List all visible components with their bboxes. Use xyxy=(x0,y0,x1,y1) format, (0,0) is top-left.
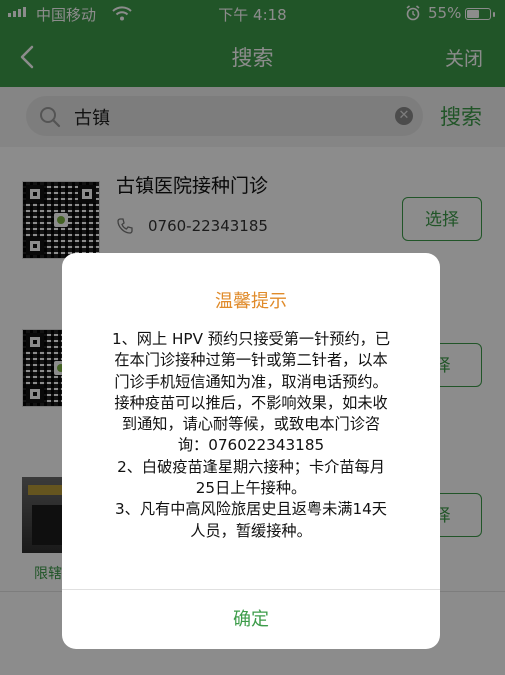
dialog-line: 25日上午接种。 xyxy=(195,479,307,498)
dialog-line: 1、网上 HPV 预约只接受第一针预约，已 xyxy=(111,330,391,348)
notice-dialog: 温馨提示 1、网上 HPV 预约只接受第一针预约，已 在本门诊接种过第一针或第二… xyxy=(62,253,440,649)
dialog-line: 门诊手机短信通知为准，取消电话预约。 xyxy=(114,372,388,391)
dialog-title: 温馨提示 xyxy=(215,291,287,312)
dialog-line: 人员，暂缓接种。 xyxy=(190,521,312,540)
dialog-body: 1、网上 HPV 预约只接受第一针预约，已 在本门诊接种过第一针或第二针者，以本… xyxy=(80,329,422,542)
dialog-line: 询：076022343185 xyxy=(177,436,325,455)
dialog-line: 2、白破疫苗逢星期六接种；卡介苗每月 xyxy=(117,457,385,476)
dialog-line: 到通知，请心耐等候，或致电本门诊咨 xyxy=(121,415,381,434)
dialog-line: 3、凡有中高风险旅居史且返粤未满14天 xyxy=(115,500,387,519)
dialog-line: 在本门诊接种过第一针或第二针者，以本 xyxy=(114,351,388,370)
confirm-button[interactable]: 确定 xyxy=(62,590,440,649)
dialog-line: 接种疫苗可以推后，不影响效果，如未收 xyxy=(114,393,388,412)
